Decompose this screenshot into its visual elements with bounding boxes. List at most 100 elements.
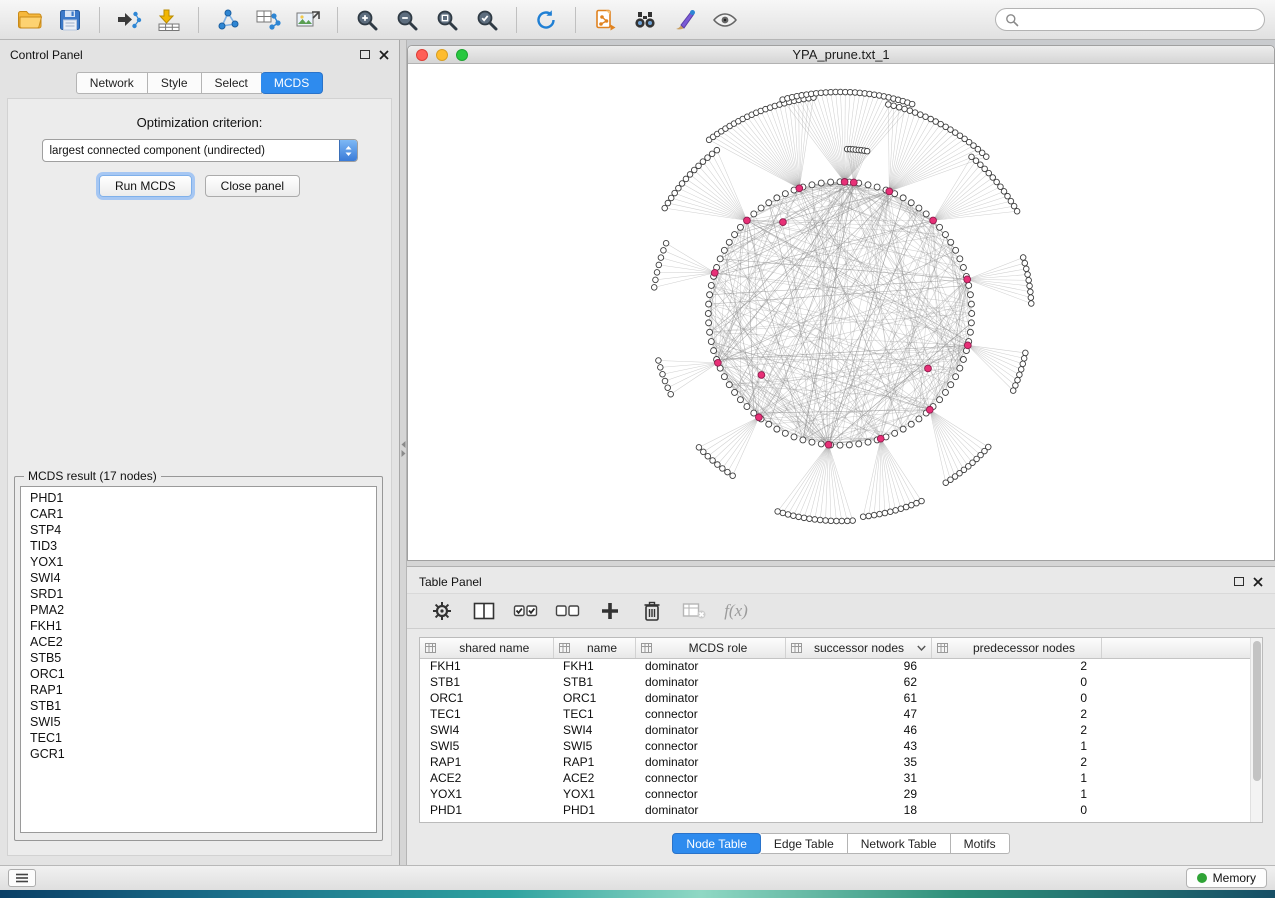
network-node[interactable] [957, 365, 963, 371]
table-row[interactable]: RAP1RAP1dominator352 [420, 754, 1262, 770]
table-cell[interactable]: TEC1 [553, 706, 635, 722]
network-node[interactable] [968, 301, 974, 307]
network-node[interactable] [774, 195, 780, 201]
network-leaf-node[interactable] [834, 518, 840, 524]
table-cell[interactable]: SWI4 [553, 722, 635, 738]
network-edge[interactable] [933, 196, 1007, 220]
network-node[interactable] [948, 382, 954, 388]
column-header-successor-nodes[interactable]: successor nodes [785, 638, 931, 658]
table-row[interactable]: FKH1FKH1dominator962 [420, 658, 1262, 674]
network-leaf-node[interactable] [850, 518, 856, 524]
network-edge[interactable] [747, 220, 754, 413]
table-scrollbar[interactable] [1250, 638, 1262, 822]
network-edge[interactable] [730, 126, 800, 188]
network-edge[interactable] [783, 100, 845, 182]
network-node[interactable] [948, 239, 954, 245]
network-edge[interactable] [699, 417, 759, 447]
close-panel-action-button[interactable]: Close panel [205, 175, 300, 197]
network-edge[interactable] [717, 417, 759, 464]
table-cell[interactable]: connector [635, 706, 785, 722]
network-node[interactable] [818, 180, 824, 186]
network-leaf-node[interactable] [983, 154, 989, 160]
network-node[interactable] [706, 301, 712, 307]
table-cell[interactable]: 1 [931, 738, 1101, 754]
network-node[interactable] [960, 356, 966, 362]
network-edge[interactable] [727, 417, 758, 472]
network-edge[interactable] [967, 269, 1026, 280]
network-edge[interactable] [743, 119, 800, 188]
network-edge[interactable] [709, 188, 800, 304]
network-node[interactable] [953, 374, 959, 380]
table-settings-button[interactable] [423, 596, 461, 626]
network-hub-node[interactable] [758, 372, 765, 379]
table-cell[interactable]: 18 [785, 802, 931, 818]
network-node[interactable] [705, 311, 711, 317]
run-mcds-button[interactable]: Run MCDS [99, 175, 192, 197]
network-node[interactable] [751, 211, 757, 217]
network-edge[interactable] [655, 273, 714, 280]
network-leaf-node[interactable] [796, 514, 802, 520]
zoom-out-button[interactable] [387, 4, 427, 36]
table-cell[interactable]: ORC1 [553, 690, 635, 706]
network-node[interactable] [744, 404, 750, 410]
split-panel-button[interactable] [465, 596, 503, 626]
table-cell[interactable]: 2 [931, 658, 1101, 674]
network-node[interactable] [916, 416, 922, 422]
column-header-predecessor-nodes[interactable]: predecessor nodes [931, 638, 1101, 658]
vertical-splitter[interactable] [400, 40, 407, 865]
network-leaf-node[interactable] [725, 469, 731, 475]
first-neighbors-button[interactable] [625, 4, 665, 36]
tab-select[interactable]: Select [202, 72, 262, 94]
network-node[interactable] [837, 442, 843, 448]
network-node[interactable] [942, 389, 948, 395]
table-cell[interactable]: 35 [785, 754, 931, 770]
export-image-button[interactable] [288, 4, 328, 36]
table-cell[interactable]: 46 [785, 722, 931, 738]
network-leaf-node[interactable] [839, 518, 845, 524]
network-node[interactable] [900, 195, 906, 201]
network-edge[interactable] [722, 417, 759, 468]
network-leaf-node[interactable] [1026, 277, 1032, 283]
close-window-icon[interactable] [416, 49, 428, 61]
table-cell[interactable]: 2 [931, 706, 1101, 722]
network-edge[interactable] [968, 345, 1018, 380]
network-leaf-node[interactable] [661, 248, 667, 254]
tab-mcds[interactable]: MCDS [261, 72, 323, 94]
column-header-MCDS-role[interactable]: MCDS role [635, 638, 785, 658]
network-node[interactable] [846, 442, 852, 448]
table-cell[interactable]: RAP1 [553, 754, 635, 770]
table-cell[interactable]: dominator [635, 754, 785, 770]
zoom-fit-button[interactable] [427, 4, 467, 36]
network-leaf-node[interactable] [660, 371, 666, 377]
table-cell[interactable]: dominator [635, 802, 785, 818]
network-node[interactable] [766, 200, 772, 206]
search-input[interactable] [1025, 13, 1255, 27]
network-hub-node[interactable] [886, 188, 893, 195]
network-leaf-node[interactable] [877, 511, 883, 517]
mcds-result-item[interactable]: SWI4 [21, 570, 376, 586]
network-leaf-node[interactable] [1023, 350, 1029, 356]
network-edge[interactable] [661, 258, 715, 273]
optimization-criterion-select[interactable]: largest connected component (undirected) [42, 139, 358, 162]
network-node[interactable] [809, 182, 815, 188]
network-canvas[interactable] [408, 64, 1274, 560]
network-node[interactable] [942, 232, 948, 238]
network-edge[interactable] [933, 178, 993, 221]
table-cell[interactable]: 47 [785, 706, 931, 722]
network-edge[interactable] [968, 345, 1013, 390]
network-edge[interactable] [788, 445, 829, 515]
float-panel-button[interactable] [360, 46, 370, 64]
network-edge[interactable] [703, 417, 759, 452]
network-node[interactable] [708, 282, 714, 288]
network-node[interactable] [923, 211, 929, 217]
table-cell[interactable]: YOX1 [553, 786, 635, 802]
network-node[interactable] [856, 441, 862, 447]
network-leaf-node[interactable] [1028, 295, 1034, 301]
network-hub-node[interactable] [796, 185, 803, 192]
network-edge[interactable] [881, 439, 922, 501]
network-edge[interactable] [660, 363, 718, 368]
network-leaf-node[interactable] [720, 466, 726, 472]
import-network-file-button[interactable] [109, 4, 149, 36]
network-edge[interactable] [804, 445, 829, 518]
close-table-panel-button[interactable] [1253, 577, 1263, 587]
